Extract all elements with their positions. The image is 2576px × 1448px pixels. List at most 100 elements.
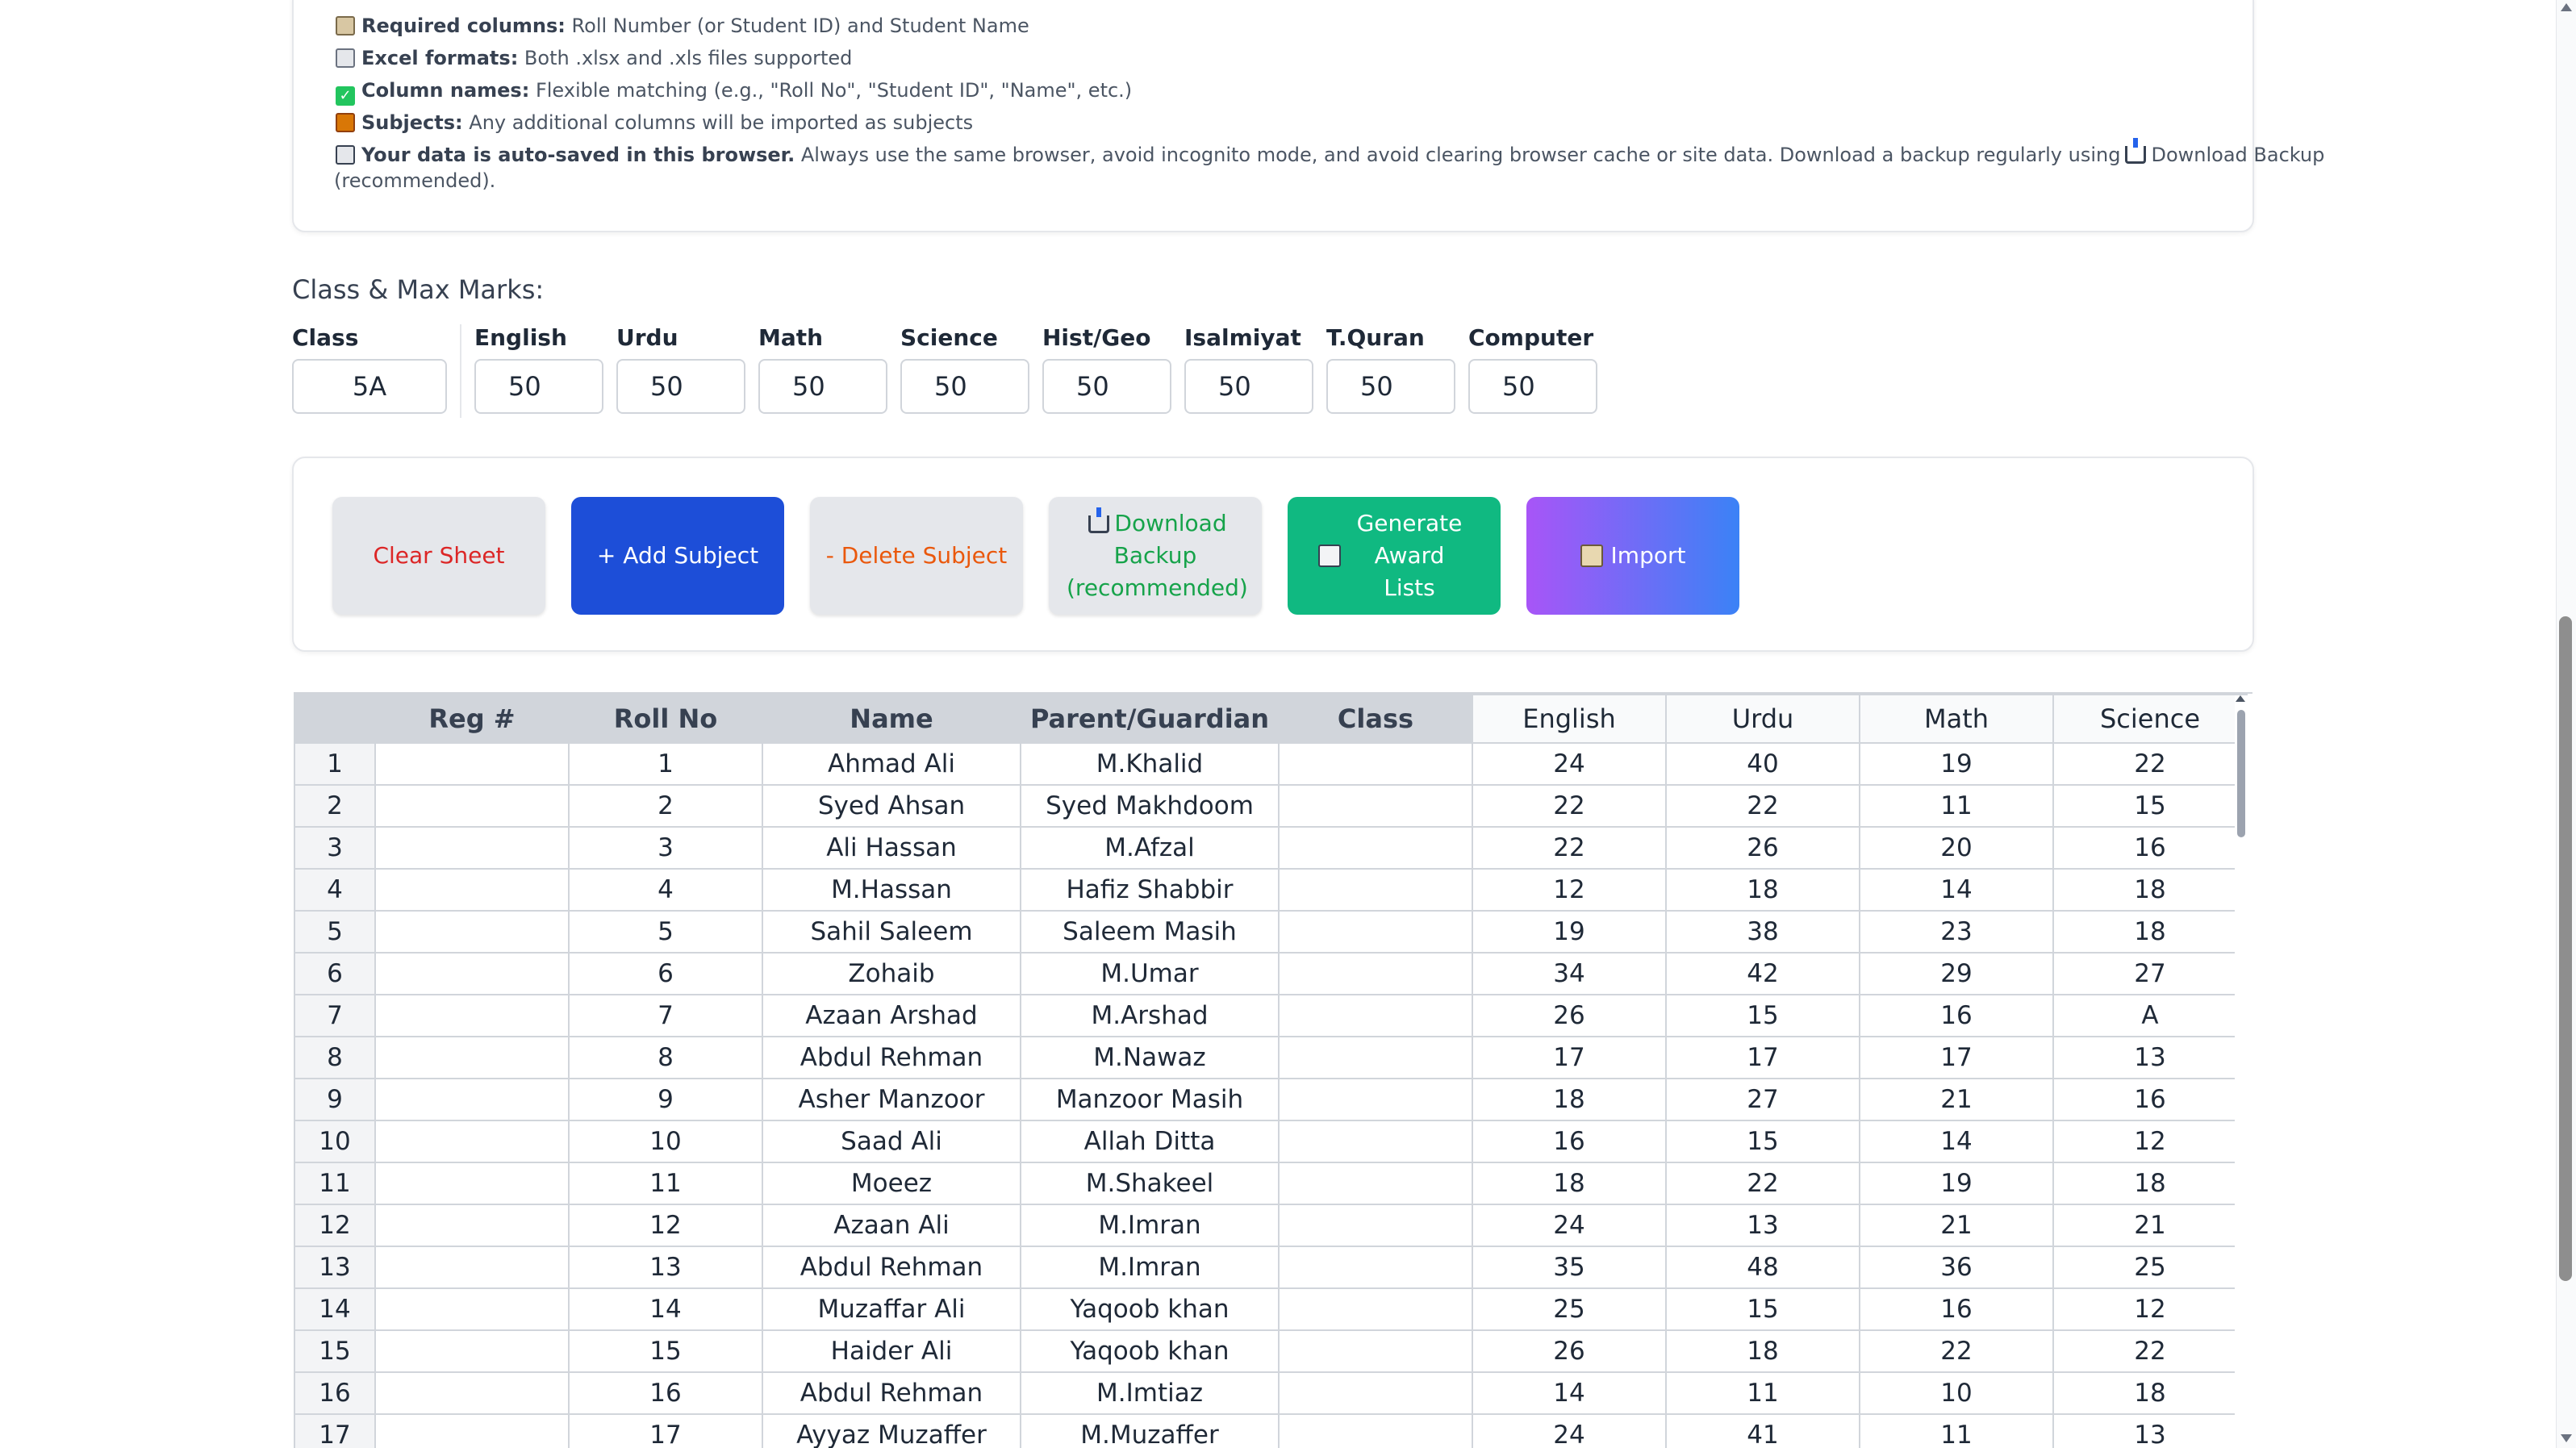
cell-urdu[interactable]: 40 [1665,742,1860,786]
cell-reg[interactable] [374,994,570,1037]
cell-science[interactable]: 18 [2052,1162,2248,1205]
cell-math[interactable]: 23 [1859,910,2054,954]
cell-science[interactable]: 22 [2052,742,2248,786]
header-name[interactable]: Name [762,694,1021,744]
cell-class[interactable] [1278,868,1473,912]
cell-reg[interactable] [374,1329,570,1373]
cell-reg[interactable] [374,1162,570,1205]
table-scroll-up-arrow[interactable] [2236,695,2245,702]
cell-reg[interactable] [374,1371,570,1415]
header-english[interactable]: English [1472,694,1667,744]
cell-parent[interactable]: M.Nawaz [1020,1036,1280,1079]
cell-class[interactable] [1278,1036,1473,1079]
cell-class[interactable] [1278,910,1473,954]
header-rollno[interactable]: Roll No [568,694,763,744]
cell-rollno[interactable]: 9 [568,1078,763,1121]
cell-parent[interactable]: M.Khalid [1020,742,1280,786]
import-button[interactable]: Import [1526,497,1739,615]
cell-reg[interactable] [374,1120,570,1163]
cell-name[interactable]: Asher Manzoor [762,1078,1021,1121]
cell-name[interactable]: Ahmad Ali [762,742,1021,786]
delete-subject-button[interactable]: - Delete Subject [810,497,1023,615]
cell-class[interactable] [1278,1246,1473,1289]
header-science[interactable]: Science [2052,694,2248,744]
download-backup-button[interactable]: Download Backup (recommended) [1049,497,1262,615]
cell-urdu[interactable]: 18 [1665,1329,1860,1373]
cell-class[interactable] [1278,1371,1473,1415]
cell-urdu[interactable]: 22 [1665,1162,1860,1205]
cell-english[interactable]: 24 [1472,1413,1667,1448]
cell-science[interactable]: 27 [2052,952,2248,995]
cell-science[interactable]: 18 [2052,868,2248,912]
cell-math[interactable]: 11 [1859,784,2054,828]
cell-science[interactable]: 25 [2052,1246,2248,1289]
cell-name[interactable]: Abdul Rehman [762,1371,1021,1415]
cell-urdu[interactable]: 38 [1665,910,1860,954]
cell-rollno[interactable]: 8 [568,1036,763,1079]
cell-class[interactable] [1278,1078,1473,1121]
cell-parent[interactable]: Yaqoob khan [1020,1287,1280,1331]
cell-science[interactable]: 21 [2052,1204,2248,1247]
max-marks-input-tquran[interactable]: 50 [1326,359,1455,414]
cell-urdu[interactable]: 26 [1665,826,1860,870]
max-marks-input-english[interactable]: 50 [474,359,603,414]
cell-class[interactable] [1278,1162,1473,1205]
max-marks-input-math[interactable]: 50 [758,359,887,414]
generate-award-lists-button[interactable]: Generate Award Lists [1288,497,1501,615]
cell-english[interactable]: 35 [1472,1246,1667,1289]
cell-name[interactable]: M.Hassan [762,868,1021,912]
cell-class[interactable] [1278,742,1473,786]
cell-class[interactable] [1278,952,1473,995]
cell-parent[interactable]: Saleem Masih [1020,910,1280,954]
cell-urdu[interactable]: 18 [1665,868,1860,912]
class-input[interactable]: 5A [292,359,447,414]
cell-parent[interactable]: M.Imran [1020,1204,1280,1247]
cell-rollno[interactable]: 3 [568,826,763,870]
cell-parent[interactable]: M.Shakeel [1020,1162,1280,1205]
cell-rollno[interactable]: 1 [568,742,763,786]
max-marks-input-isalmiyat[interactable]: 50 [1184,359,1313,414]
cell-english[interactable]: 14 [1472,1371,1667,1415]
max-marks-input-urdu[interactable]: 50 [616,359,745,414]
cell-math[interactable]: 19 [1859,1162,2054,1205]
cell-science[interactable]: 16 [2052,826,2248,870]
cell-urdu[interactable]: 13 [1665,1204,1860,1247]
cell-urdu[interactable]: 15 [1665,1287,1860,1331]
cell-math[interactable]: 14 [1859,868,2054,912]
cell-name[interactable]: Ali Hassan [762,826,1021,870]
cell-english[interactable]: 24 [1472,1204,1667,1247]
cell-math[interactable]: 29 [1859,952,2054,995]
cell-reg[interactable] [374,784,570,828]
cell-math[interactable]: 11 [1859,1413,2054,1448]
max-marks-input-science[interactable]: 50 [900,359,1029,414]
cell-parent[interactable]: Syed Makhdoom [1020,784,1280,828]
cell-english[interactable]: 19 [1472,910,1667,954]
cell-rollno[interactable]: 6 [568,952,763,995]
cell-parent[interactable]: M.Arshad [1020,994,1280,1037]
cell-math[interactable]: 10 [1859,1371,2054,1415]
page-scrollbar-thumb[interactable] [2559,616,2572,1281]
cell-reg[interactable] [374,1287,570,1331]
cell-name[interactable]: Abdul Rehman [762,1036,1021,1079]
cell-science[interactable]: 15 [2052,784,2248,828]
cell-math[interactable]: 16 [1859,1287,2054,1331]
cell-name[interactable]: Syed Ahsan [762,784,1021,828]
cell-class[interactable] [1278,1329,1473,1373]
table-scrollbar-thumb[interactable] [2237,710,2245,837]
cell-english[interactable]: 16 [1472,1120,1667,1163]
cell-class[interactable] [1278,826,1473,870]
cell-science[interactable]: 12 [2052,1287,2248,1331]
cell-class[interactable] [1278,1204,1473,1247]
cell-name[interactable]: Muzaffar Ali [762,1287,1021,1331]
cell-urdu[interactable]: 17 [1665,1036,1860,1079]
cell-name[interactable]: Azaan Arshad [762,994,1021,1037]
cell-rollno[interactable]: 16 [568,1371,763,1415]
cell-reg[interactable] [374,742,570,786]
cell-rollno[interactable]: 11 [568,1162,763,1205]
cell-english[interactable]: 12 [1472,868,1667,912]
cell-parent[interactable]: Manzoor Masih [1020,1078,1280,1121]
cell-class[interactable] [1278,1413,1473,1448]
max-marks-input-computer[interactable]: 50 [1468,359,1597,414]
cell-parent[interactable]: M.Muzaffer [1020,1413,1280,1448]
cell-rollno[interactable]: 2 [568,784,763,828]
